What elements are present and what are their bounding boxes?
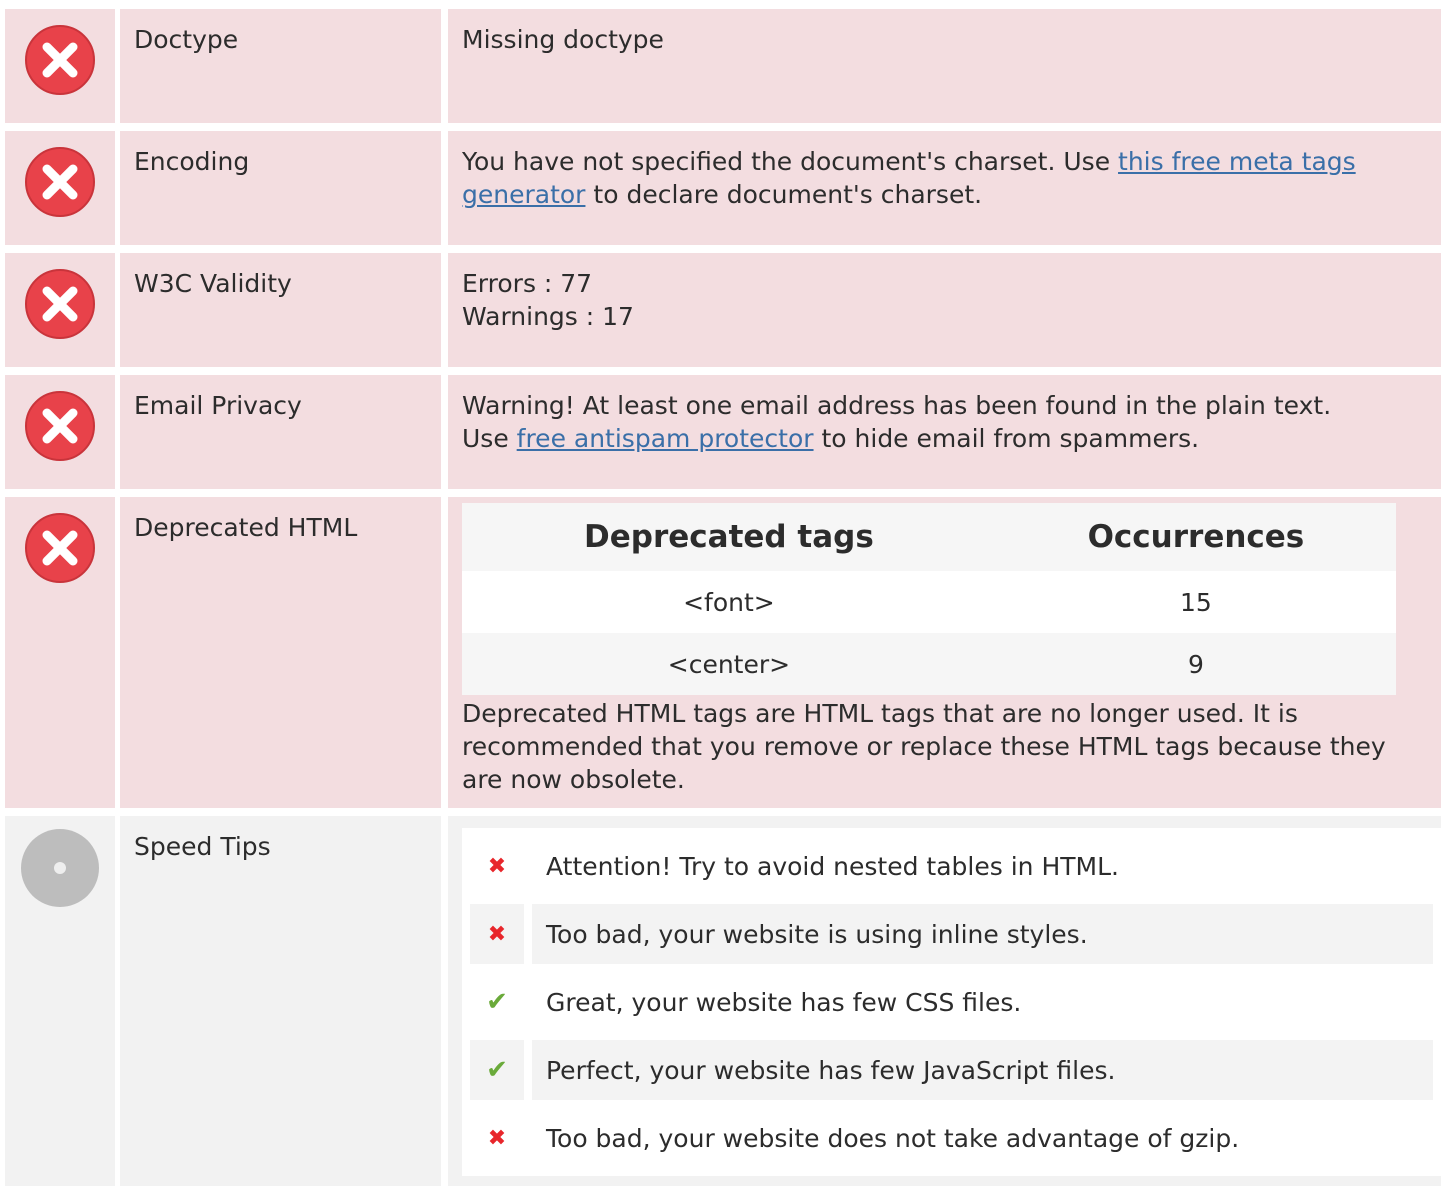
cross-icon: ✖	[487, 1125, 507, 1151]
row-value: Deprecated tags Occurrences <font> 15 <c…	[448, 497, 1441, 808]
email-advice-text-after: to hide email from spammers.	[813, 424, 1200, 453]
status-cell	[5, 375, 115, 489]
row-value: Errors : 77 Warnings : 17	[448, 253, 1441, 367]
w3c-errors: Errors : 77	[462, 269, 593, 298]
status-cell	[5, 816, 115, 1186]
row-name: Speed Tips	[120, 816, 441, 1186]
row-name-text: Encoding	[134, 147, 250, 176]
row-w3c-validity: W3C Validity Errors : 77 Warnings : 17	[0, 253, 1445, 367]
row-name-text: Deprecated HTML	[134, 513, 358, 542]
email-advice: Use free antispam protector to hide emai…	[462, 422, 1427, 455]
check-icon: ✔	[486, 986, 508, 1017]
column-header-tags: Deprecated tags	[462, 503, 996, 571]
encoding-text: You have not specified the document's ch…	[462, 147, 1119, 176]
email-warning-text: Warning! At least one email address has …	[462, 391, 1332, 420]
error-icon	[25, 25, 95, 95]
row-value: Missing doctype	[448, 9, 1441, 123]
list-item: ✖ Attention! Try to avoid nested tables …	[470, 836, 1433, 896]
row-name-text: Doctype	[134, 25, 239, 54]
row-encoding: Encoding You have not specified the docu…	[0, 131, 1445, 245]
row-email-privacy: Email Privacy Warning! At least one emai…	[0, 375, 1445, 489]
list-item: ✔ Great, your website has few CSS files.	[470, 972, 1433, 1032]
count-cell: 9	[995, 633, 1396, 695]
row-name: W3C Validity	[120, 253, 441, 367]
antispam-protector-link[interactable]: free antispam protector	[517, 424, 814, 453]
row-value: Warning! At least one email address has …	[448, 375, 1441, 489]
status-cell	[5, 253, 115, 367]
neutral-status-icon	[21, 829, 99, 907]
report-rows: Doctype Missing doctype Encoding You hav…	[0, 0, 1445, 1186]
tip-text: Attention! Try to avoid nested tables in…	[546, 851, 1119, 881]
row-speed-tips: Speed Tips ✖ Attention! Try to avoid nes…	[0, 816, 1445, 1186]
table-row: <font> 15	[462, 571, 1396, 633]
tip-text: Great, your website has few CSS files.	[546, 987, 1022, 1017]
tip-text: Too bad, your website does not take adva…	[546, 1123, 1240, 1153]
cross-icon: ✖	[470, 904, 524, 964]
error-icon	[25, 147, 95, 217]
error-icon	[25, 513, 95, 583]
row-name-text: W3C Validity	[134, 269, 292, 298]
status-cell	[5, 9, 115, 123]
status-cell	[5, 131, 115, 245]
row-value: ✖ Attention! Try to avoid nested tables …	[448, 816, 1441, 1186]
count-cell: 15	[995, 571, 1396, 633]
row-name-text: Email Privacy	[134, 391, 302, 420]
speed-tips-list: ✖ Attention! Try to avoid nested tables …	[462, 828, 1441, 1176]
deprecated-tags-table: Deprecated tags Occurrences <font> 15 <c…	[462, 503, 1396, 695]
row-name: Doctype	[120, 9, 441, 123]
tip-text: Perfect, your website has few JavaScript…	[532, 1040, 1433, 1100]
deprecated-note: Deprecated HTML tags are HTML tags that …	[462, 699, 1386, 794]
list-item: ✖ Too bad, your website does not take ad…	[470, 1108, 1433, 1168]
row-name-text: Speed Tips	[134, 832, 271, 861]
tag-cell: <font>	[462, 571, 996, 633]
doctype-value: Missing doctype	[462, 25, 664, 54]
error-icon	[25, 391, 95, 461]
encoding-text-after: to declare document's charset.	[585, 180, 983, 209]
row-value: You have not specified the document's ch…	[448, 131, 1441, 245]
row-name: Encoding	[120, 131, 441, 245]
w3c-warnings: Warnings : 17	[462, 302, 634, 331]
tag-cell: <center>	[462, 633, 996, 695]
error-icon	[25, 269, 95, 339]
list-item: ✔ Perfect, your website has few JavaScri…	[470, 1040, 1433, 1100]
cross-icon: ✖	[487, 853, 507, 879]
status-cell	[5, 497, 115, 808]
email-advice-text: Use	[462, 424, 517, 453]
table-row: <center> 9	[462, 633, 1396, 695]
row-name: Email Privacy	[120, 375, 441, 489]
list-item: ✖ Too bad, your website is using inline …	[470, 904, 1433, 964]
check-icon: ✔	[470, 1040, 524, 1100]
row-doctype: Doctype Missing doctype	[0, 9, 1445, 123]
row-deprecated-html: Deprecated HTML Deprecated tags Occurren…	[0, 497, 1445, 808]
table-header-row: Deprecated tags Occurrences	[462, 503, 1396, 571]
column-header-occurrences: Occurrences	[995, 503, 1396, 571]
row-name: Deprecated HTML	[120, 497, 441, 808]
tip-text: Too bad, your website is using inline st…	[532, 904, 1433, 964]
